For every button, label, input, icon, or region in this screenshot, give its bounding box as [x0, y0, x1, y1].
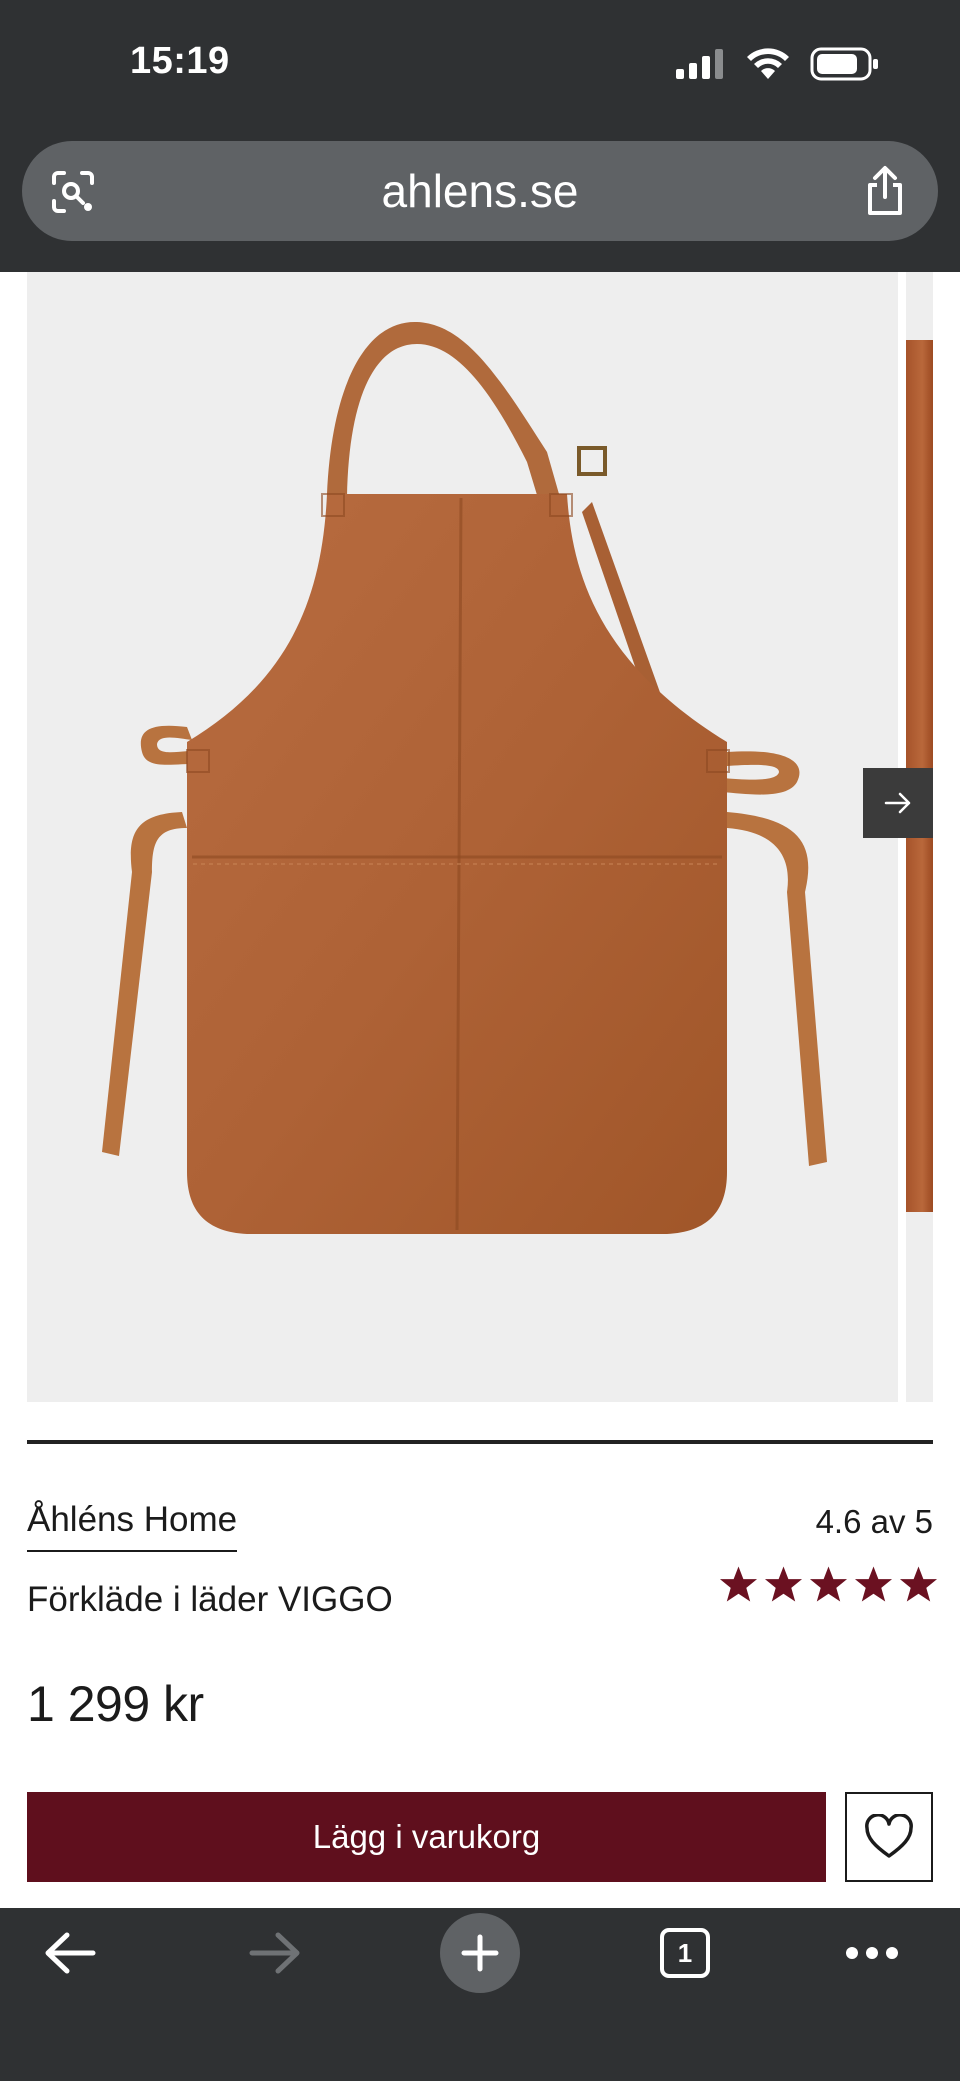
next-image-button[interactable] [863, 768, 933, 838]
address-bar[interactable]: ahlens.se [22, 141, 938, 241]
battery-icon [810, 47, 878, 81]
arrow-right-icon [884, 792, 911, 814]
back-arrow-icon [45, 1932, 96, 1974]
forward-button[interactable] [235, 1908, 315, 1998]
tabs-icon: 1 [660, 1928, 710, 1978]
status-time: 15:19 [130, 40, 230, 82]
browser-bottom-toolbar: 1 [0, 1908, 960, 2081]
signal-icon [676, 49, 723, 79]
new-tab-button[interactable] [440, 1908, 520, 1998]
more-button[interactable] [832, 1908, 912, 1998]
wifi-icon [747, 48, 789, 79]
leather-apron-image [102, 321, 827, 1234]
add-to-cart-button[interactable]: Lägg i varukorg [27, 1792, 826, 1882]
more-icon [846, 1947, 898, 1959]
brand-link[interactable]: Åhléns Home [27, 1500, 238, 1552]
rating-text: 4.6 av 5 [815, 1503, 933, 1540]
new-tab-circle [440, 1913, 520, 1993]
star-icon [719, 1566, 758, 1602]
section-divider [27, 1440, 933, 1444]
browser-top-chrome: 15:19 ahlens.se [0, 0, 960, 272]
back-button[interactable] [30, 1908, 110, 1998]
star-icon [899, 1566, 938, 1602]
product-image[interactable] [27, 272, 898, 1402]
product-title: Förkläde i läder VIGGO [27, 1580, 393, 1619]
star-icon [764, 1566, 803, 1602]
star-icon [809, 1566, 848, 1602]
product-price: 1 299 kr [27, 1676, 204, 1732]
heart-icon [865, 1814, 913, 1858]
rating-stars[interactable] [719, 1565, 938, 1603]
tabs-button[interactable]: 1 [645, 1908, 725, 1998]
product-gallery[interactable] [0, 272, 960, 1402]
forward-arrow-icon [249, 1932, 300, 1974]
star-icon [854, 1566, 893, 1602]
url-text[interactable]: ahlens.se [22, 141, 938, 241]
status-icons [676, 46, 880, 82]
wishlist-button[interactable] [845, 1792, 933, 1882]
share-icon[interactable] [862, 165, 908, 217]
plus-icon [461, 1934, 499, 1972]
